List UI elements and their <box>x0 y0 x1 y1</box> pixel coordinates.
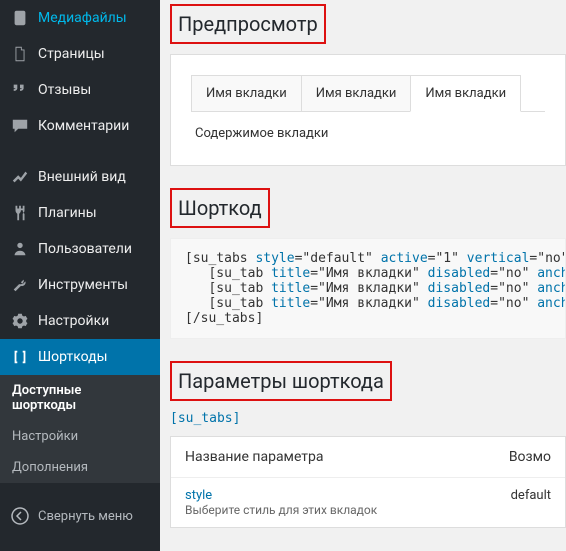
separator <box>0 149 160 154</box>
sidebar-label: Шорткоды <box>38 349 107 365</box>
sidebar-item-users[interactable]: Пользователи <box>0 231 160 267</box>
sidebar-item-plugins[interactable]: Плагины <box>0 195 160 231</box>
sidebar-label: Настройки <box>38 313 109 329</box>
preview-tab-1[interactable]: Имя вкладки <box>191 75 302 111</box>
preview-tabs: Имя вкладки Имя вкладки Имя вкладки <box>191 75 545 112</box>
shortcode-tag: [su_tabs] <box>170 411 566 426</box>
param-description: Выберите стиль для этих вкладок <box>185 503 483 517</box>
table-row: style Выберите стиль для этих вкладок de… <box>171 478 565 527</box>
preview-panel: Имя вкладки Имя вкладки Имя вкладки Соде… <box>170 54 566 166</box>
admin-sidebar: Медиафайлы Страницы Отзывы Комментарии В… <box>0 0 160 551</box>
shortcodes-icon <box>10 347 30 367</box>
sidebar-label: Страницы <box>38 46 105 62</box>
sidebar-item-appearance[interactable]: Внешний вид <box>0 159 160 195</box>
users-icon <box>10 239 30 259</box>
appearance-icon <box>10 167 30 187</box>
preview-tab-2[interactable]: Имя вкладки <box>301 75 412 111</box>
sidebar-item-media[interactable]: Медиафайлы <box>0 0 160 36</box>
submenu-settings[interactable]: Настройки <box>0 421 160 452</box>
sidebar-item-shortcodes[interactable]: Шорткоды <box>0 339 160 375</box>
main-content: Предпросмотр Имя вкладки Имя вкладки Имя… <box>160 0 566 551</box>
pages-icon <box>10 44 30 64</box>
sidebar-label: Плагины <box>38 205 97 221</box>
collapse-label: Свернуть меню <box>38 509 133 524</box>
sidebar-label: Отзывы <box>38 82 91 98</box>
section-preview-title: Предпросмотр <box>170 4 326 44</box>
submenu-addons[interactable]: Дополнения <box>0 452 160 483</box>
preview-tab-content: Содержимое вкладки <box>191 112 545 145</box>
submenu: Доступные шорткоды Настройки Дополнения <box>0 375 160 483</box>
preview-tab-3[interactable]: Имя вкладки <box>410 75 521 112</box>
comments-icon <box>10 116 30 136</box>
plugins-icon <box>10 203 30 223</box>
sidebar-item-reviews[interactable]: Отзывы <box>0 72 160 108</box>
testimonial-icon <box>10 80 30 100</box>
sidebar-item-pages[interactable]: Страницы <box>0 36 160 72</box>
tools-icon <box>10 275 30 295</box>
media-icon <box>10 8 30 28</box>
param-value: default <box>497 478 565 527</box>
param-name[interactable]: style <box>185 488 364 503</box>
settings-icon <box>10 311 30 331</box>
sidebar-item-settings[interactable]: Настройки <box>0 303 160 339</box>
collapse-menu[interactable]: Свернуть меню <box>0 498 160 534</box>
shortcode-code: [su_tabs style="default" active="1" vert… <box>170 238 566 339</box>
collapse-icon <box>10 506 30 526</box>
col-values: Возмо <box>495 437 565 477</box>
params-table: Название параметра Возмо style Выберите … <box>170 436 566 528</box>
section-shortcode-title: Шорткод <box>170 188 270 228</box>
sidebar-label: Внешний вид <box>38 169 126 185</box>
separator <box>0 488 160 493</box>
section-params-title: Параметры шорткода <box>170 361 392 401</box>
sidebar-item-tools[interactable]: Инструменты <box>0 267 160 303</box>
sidebar-item-comments[interactable]: Комментарии <box>0 108 160 144</box>
table-header: Название параметра Возмо <box>171 437 565 478</box>
sidebar-label: Пользователи <box>38 241 132 257</box>
sidebar-label: Инструменты <box>38 277 128 293</box>
col-name: Название параметра <box>171 437 495 477</box>
sidebar-label: Медиафайлы <box>38 10 127 26</box>
submenu-available[interactable]: Доступные шорткоды <box>0 375 160 421</box>
sidebar-label: Комментарии <box>38 118 129 134</box>
